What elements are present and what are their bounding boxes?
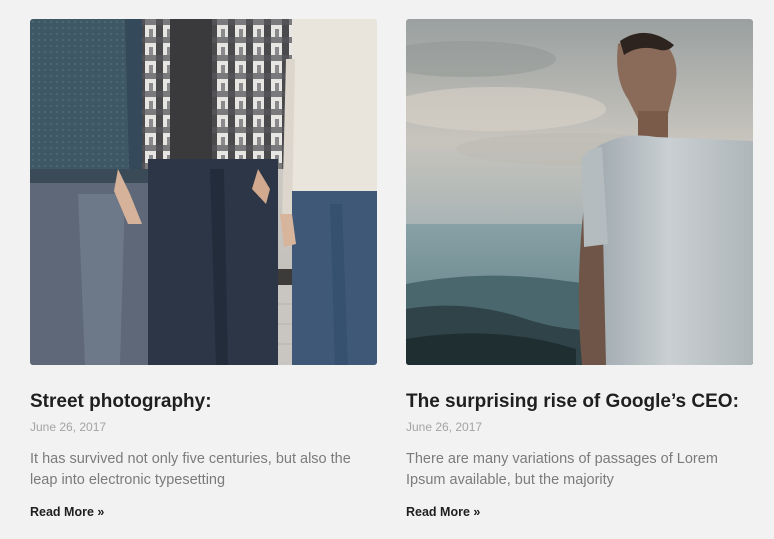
post-date: June 26, 2017 bbox=[406, 420, 483, 434]
post-card: Street photography: June 26, 2017 It has… bbox=[30, 19, 377, 521]
read-more-link[interactable]: Read More » bbox=[406, 504, 480, 520]
people-standing-photo bbox=[30, 19, 377, 365]
post-thumbnail[interactable] bbox=[30, 19, 377, 365]
post-excerpt: There are many variations of passages of… bbox=[406, 451, 718, 488]
read-more-link[interactable]: Read More » bbox=[30, 504, 104, 520]
post-title[interactable]: The surprising rise of Google’s CEO: bbox=[406, 390, 753, 414]
post-date: June 26, 2017 bbox=[30, 420, 107, 434]
man-mountains-photo bbox=[406, 19, 753, 365]
post-card: The surprising rise of Google’s CEO: Jun… bbox=[406, 19, 753, 521]
post-excerpt: It has survived not only five centuries,… bbox=[30, 451, 351, 488]
post-thumbnail[interactable] bbox=[406, 19, 753, 365]
post-title[interactable]: Street photography: bbox=[30, 390, 377, 414]
